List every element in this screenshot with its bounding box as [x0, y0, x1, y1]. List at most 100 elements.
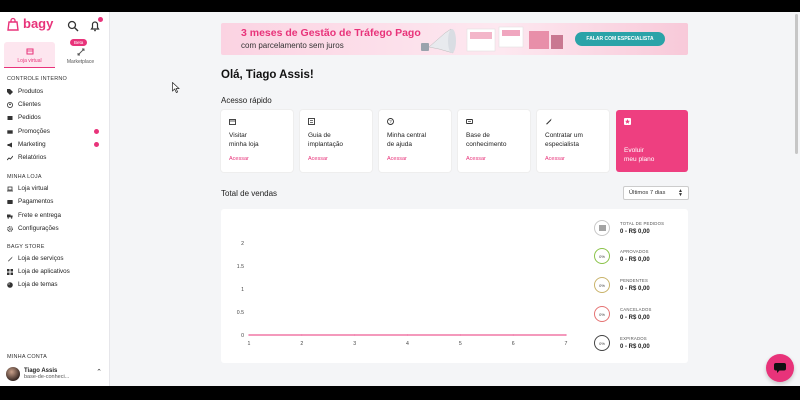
- box-icon: [7, 115, 13, 120]
- stat-circle: 0%: [594, 306, 610, 322]
- sidebar: bagy Loja virtual Beta Marketplace CONTR…: [0, 12, 110, 386]
- x-tick-label: 3: [353, 341, 356, 347]
- data-point: [406, 334, 409, 336]
- stat-expirados: 0% EXPIRADOS 0 - R$ 0,00: [594, 335, 684, 357]
- quick-card-base-conhecimento[interactable]: Base de conhecimento Acessar: [458, 110, 530, 172]
- section-title-minha-conta: MINHA CONTA: [7, 354, 47, 360]
- quick-card-contratar-especialista[interactable]: Contratar um especialista Acessar: [537, 110, 609, 172]
- sidebar-item-pedidos[interactable]: Pedidos: [7, 112, 101, 123]
- banner-illustration: [421, 26, 563, 54]
- y-tick-label: 0.5: [237, 310, 244, 316]
- app-window: bagy Loja virtual Beta Marketplace CONTR…: [0, 12, 800, 386]
- stat-aprovados: 0% APROVADOS 0 - R$ 0,00: [594, 248, 684, 270]
- quick-card-link[interactable]: Acessar: [229, 156, 249, 162]
- sidebar-item-loja-aplicativos[interactable]: Loja de aplicativos: [7, 266, 101, 277]
- section-title-bagy-store: BAGY STORE: [7, 244, 45, 250]
- list-icon: [598, 225, 606, 231]
- x-tick-label: 5: [459, 341, 462, 347]
- data-point: [565, 334, 567, 336]
- sales-title: Total de vendas: [221, 189, 278, 198]
- alert-dot: [94, 142, 99, 147]
- data-point: [354, 334, 356, 336]
- user-icon: [7, 101, 13, 108]
- quick-card-label: Guia de implantação: [308, 132, 344, 148]
- trend-icon: [7, 155, 13, 160]
- brand-logo[interactable]: bagy: [6, 16, 53, 31]
- sidebar-item-clientes[interactable]: Clientes: [7, 99, 101, 110]
- sidebar-item-configuracoes[interactable]: Configurações: [7, 223, 101, 234]
- quick-card-central-ajuda[interactable]: ? Minha central de ajuda Acessar: [379, 110, 451, 172]
- ticket-icon: [7, 129, 13, 134]
- chevron-up-icon: ⌃: [96, 369, 102, 376]
- stat-circle: 0%: [594, 248, 610, 264]
- avatar: [6, 367, 20, 381]
- stat-label: APROVADOS: [620, 249, 649, 254]
- search-button[interactable]: [67, 19, 79, 32]
- quick-card-evoluir-plano[interactable]: Evoluir meu plano: [616, 110, 688, 172]
- sales-chart: 0 0.5 1 1.5 2 1 2 3 4 5 6 7: [237, 241, 568, 347]
- svg-text:?: ?: [389, 119, 392, 124]
- data-point: [248, 334, 250, 336]
- store-icon: [229, 119, 236, 125]
- sidebar-item-loja-virtual[interactable]: Loja virtual: [7, 183, 101, 194]
- sidebar-item-promocoes[interactable]: Promoções: [7, 126, 101, 137]
- mode-tabs: Loja virtual Beta Marketplace: [4, 39, 106, 68]
- quick-access-title: Acesso rápido: [221, 96, 272, 105]
- x-tick-label: 1: [248, 341, 251, 347]
- sidebar-item-label: Produtos: [18, 88, 44, 95]
- sidebar-item-relatorios[interactable]: Relatórios: [7, 152, 101, 163]
- star-icon: [624, 118, 631, 125]
- y-tick-label: 1.5: [237, 264, 244, 270]
- sidebar-item-frete[interactable]: Frete e entrega: [7, 210, 101, 221]
- x-tick-label: 2: [300, 341, 303, 347]
- chat-icon: [774, 363, 786, 373]
- sidebar-item-label: Clientes: [18, 101, 41, 108]
- x-tick-label: 7: [565, 341, 568, 347]
- sidebar-item-label: Promoções: [18, 128, 50, 135]
- banner-subline: com parcelamento sem juros: [241, 41, 344, 50]
- store-icon: [26, 48, 33, 55]
- sidebar-item-loja-servicos[interactable]: Loja de serviços: [7, 253, 101, 264]
- book-icon: [466, 119, 473, 124]
- quick-card-visitar-loja[interactable]: Visitar minha loja Acessar: [221, 110, 293, 172]
- sort-arrows-icon: ▲ ▼: [678, 188, 683, 198]
- sidebar-item-label: Marketing: [18, 141, 46, 148]
- stat-circle: [594, 220, 610, 236]
- arrows-icon: [77, 48, 84, 56]
- sidebar-item-marketing[interactable]: Marketing: [7, 139, 101, 150]
- quick-card-label: Contratar um especialista: [545, 132, 583, 148]
- quick-card-label: Evoluir meu plano: [624, 147, 655, 163]
- account-switcher[interactable]: Tiago Assis base-de-conheci... ⌃: [6, 364, 104, 384]
- tab-marketplace[interactable]: Beta Marketplace: [55, 39, 106, 68]
- sidebar-item-produtos[interactable]: Produtos: [7, 86, 101, 97]
- quick-card-link[interactable]: Acessar: [545, 156, 565, 162]
- rocket-icon: [8, 256, 13, 261]
- grid-icon: [7, 268, 13, 275]
- tab-loja-virtual[interactable]: Loja virtual: [4, 42, 55, 68]
- tab-label: Marketplace: [66, 59, 95, 65]
- sidebar-item-loja-temas[interactable]: Loja de temas: [7, 279, 101, 290]
- chat-button[interactable]: [766, 354, 794, 382]
- brand-name: bagy: [23, 16, 54, 31]
- quick-card-link[interactable]: Acessar: [308, 156, 328, 162]
- talk-to-specialist-button[interactable]: FALAR COM ESPECIALISTA: [575, 32, 665, 46]
- help-icon: ?: [387, 118, 394, 125]
- quick-card-guia-implantacao[interactable]: Guia de implantação Acessar: [300, 110, 372, 172]
- sidebar-item-label: Relatórios: [18, 154, 47, 161]
- stat-label: CANCELADOS: [620, 307, 652, 312]
- sidebar-item-label: Pedidos: [18, 114, 41, 121]
- sidebar-item-pagamentos[interactable]: Pagamentos: [7, 196, 101, 207]
- stat-value: 0 - R$ 0,00: [620, 257, 650, 263]
- quick-card-link[interactable]: Acessar: [466, 156, 486, 162]
- period-select[interactable]: Últimos 7 dias ▲ ▼: [623, 186, 689, 200]
- beta-badge: Beta: [70, 39, 88, 46]
- data-point: [459, 334, 461, 336]
- promo-banner[interactable]: 3 meses de Gestão de Tráfego Pago com pa…: [221, 23, 688, 55]
- notifications-button[interactable]: [89, 17, 103, 32]
- page-scrollbar[interactable]: [795, 14, 798, 154]
- data-point: [512, 334, 514, 336]
- stat-cancelados: 0% CANCELADOS 0 - R$ 0,00: [594, 306, 684, 328]
- laptop-icon: [7, 186, 13, 191]
- alert-dot: [94, 129, 99, 134]
- quick-card-link[interactable]: Acessar: [387, 156, 407, 162]
